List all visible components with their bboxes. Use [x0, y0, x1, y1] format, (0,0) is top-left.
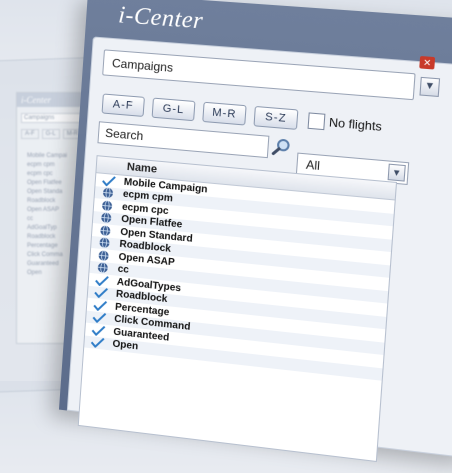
close-icon[interactable]: ✕ — [419, 55, 436, 70]
campaign-select[interactable]: Campaigns ✕ ▼ — [102, 49, 441, 101]
check-icon — [90, 337, 105, 349]
check-icon — [101, 175, 116, 186]
chevron-down-icon[interactable]: ▼ — [419, 76, 441, 98]
campaign-list[interactable]: Name Mobile Campaign ecpm cpm ecpm cpc Open… — [77, 155, 398, 463]
search-icon[interactable] — [270, 136, 292, 158]
check-icon — [95, 275, 109, 286]
check-icon — [94, 287, 108, 299]
list-rows: Mobile Campaign ecpm cpm ecpm cpc Open Flat… — [84, 173, 394, 381]
filter-button-s-z[interactable]: S-Z — [253, 105, 299, 130]
background-filter-button: G-L — [41, 129, 60, 139]
chevron-down-icon[interactable]: ▼ — [387, 163, 406, 182]
list-item-label: cc — [117, 263, 130, 277]
filter-button-a-f[interactable]: A-F — [101, 93, 145, 117]
globe-icon — [101, 199, 112, 211]
icenter-window: i-Center Campaigns ✕ ▼ A-F G-L M-R S-Z N… — [58, 0, 452, 463]
no-flights-checkbox[interactable] — [307, 112, 326, 131]
filter-button-m-r[interactable]: M-R — [202, 101, 247, 126]
globe-icon — [99, 237, 110, 248]
globe-icon — [102, 187, 113, 199]
type-select-value: All — [305, 157, 321, 173]
search-input[interactable]: Search — [97, 121, 270, 159]
check-icon — [91, 325, 106, 336]
globe-icon — [97, 262, 108, 273]
check-icon — [93, 300, 107, 311]
no-flights-toggle[interactable]: No flights — [307, 110, 382, 137]
globe-icon — [101, 212, 111, 223]
window-panel: Campaigns ✕ ▼ A-F G-L M-R S-Z No flights… — [66, 36, 452, 463]
filter-button-g-l[interactable]: G-L — [151, 97, 196, 122]
background-filter-button: A-F — [21, 129, 39, 139]
list-item-label: Open — [112, 338, 139, 353]
no-flights-label: No flights — [328, 115, 383, 134]
check-icon — [92, 312, 107, 324]
globe-icon — [98, 249, 109, 261]
campaign-select-value: Campaigns — [111, 56, 174, 75]
window-title: i-Center — [117, 2, 205, 35]
globe-icon — [100, 224, 111, 236]
